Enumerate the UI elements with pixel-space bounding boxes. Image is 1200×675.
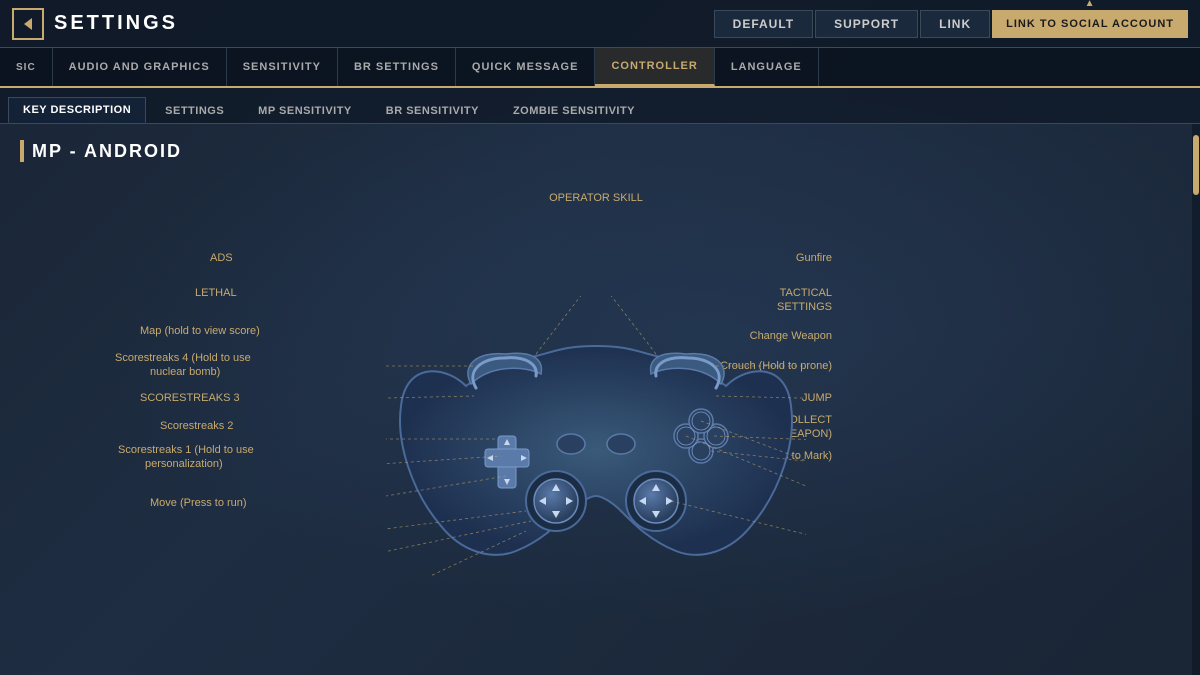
label-move: Move (Press to run) xyxy=(150,497,247,509)
subtab-zombie-sensitivity[interactable]: ZOMBIE Sensitivity xyxy=(498,98,650,123)
tab-sic[interactable]: SIC xyxy=(0,48,53,86)
label-scorestreaks2: Scorestreaks 2 xyxy=(160,420,233,432)
top-header: SETTINGS DEFAULT SUPPORT LINK LINK TO SO… xyxy=(0,0,1200,48)
controller-diagram: ADS LETHAL Map (hold to view score) Scor… xyxy=(20,182,1172,662)
scrollbar-thumb[interactable] xyxy=(1193,135,1199,195)
label-map: Map (hold to view score) xyxy=(140,325,260,337)
subtab-br-sensitivity[interactable]: BR Sensitivity xyxy=(371,98,494,123)
label-scorestreaks3: SCORESTREAKS 3 xyxy=(140,392,240,404)
default-button[interactable]: DEFAULT xyxy=(714,10,813,38)
section-title: MP - ANDROID xyxy=(20,140,1172,162)
section-title-text: MP - ANDROID xyxy=(32,141,182,162)
tab-quick-message[interactable]: QUICK MESSAGE xyxy=(456,48,596,86)
main-content: MP - ANDROID ADS LETHAL Map (hold to vie… xyxy=(0,124,1192,675)
tab-br-settings[interactable]: BR SETTINGS xyxy=(338,48,456,86)
title-accent-bar xyxy=(20,140,24,162)
scrollbar[interactable] xyxy=(1192,124,1200,675)
content-area: MP - ANDROID ADS LETHAL Map (hold to vie… xyxy=(0,124,1200,675)
label-gunfire: Gunfire xyxy=(796,252,832,264)
label-scorestreaks1a: Scorestreaks 1 (Hold to use xyxy=(118,444,254,456)
back-icon xyxy=(20,16,36,32)
sub-tabs: KEY DESCRIPTION SETTINGS MP Sensitivity … xyxy=(0,88,1200,124)
link-social-button[interactable]: LINK TO SOCIAL ACCOUNT xyxy=(992,10,1188,38)
label-scorestreaks1b: personalization) xyxy=(145,458,223,470)
tab-audio-graphics[interactable]: AUDIO AND GRAPHICS xyxy=(53,48,227,86)
page-title: SETTINGS xyxy=(54,12,178,35)
link-button[interactable]: LINK xyxy=(920,10,990,38)
support-button[interactable]: SUPPORT xyxy=(815,10,918,38)
label-operator-skill: OPERATOR SKILL xyxy=(549,192,643,204)
controller-image xyxy=(386,296,806,576)
tab-sensitivity[interactable]: SENSITIVITY xyxy=(227,48,338,86)
tab-controller[interactable]: CONTROLLER xyxy=(595,48,714,86)
label-scorestreaks4a: Scorestreaks 4 (Hold to use xyxy=(115,352,251,364)
label-lethal: LETHAL xyxy=(195,287,237,299)
subtab-key-description[interactable]: KEY DESCRIPTION xyxy=(8,97,146,123)
label-jump: JUMP xyxy=(802,392,832,404)
header-right: DEFAULT SUPPORT LINK LINK TO SOCIAL ACCO… xyxy=(714,10,1188,38)
back-button[interactable] xyxy=(12,8,44,40)
label-ads: ADS xyxy=(210,252,233,264)
subtab-mp-sensitivity[interactable]: MP Sensitivity xyxy=(243,98,367,123)
label-scorestreaks4b: nuclear bomb) xyxy=(150,366,220,378)
main-tabs: SIC AUDIO AND GRAPHICS SENSITIVITY BR SE… xyxy=(0,48,1200,88)
tab-language[interactable]: LANGUAGE xyxy=(715,48,819,86)
header-left: SETTINGS xyxy=(12,8,178,40)
subtab-settings[interactable]: SETTINGS xyxy=(150,98,239,123)
